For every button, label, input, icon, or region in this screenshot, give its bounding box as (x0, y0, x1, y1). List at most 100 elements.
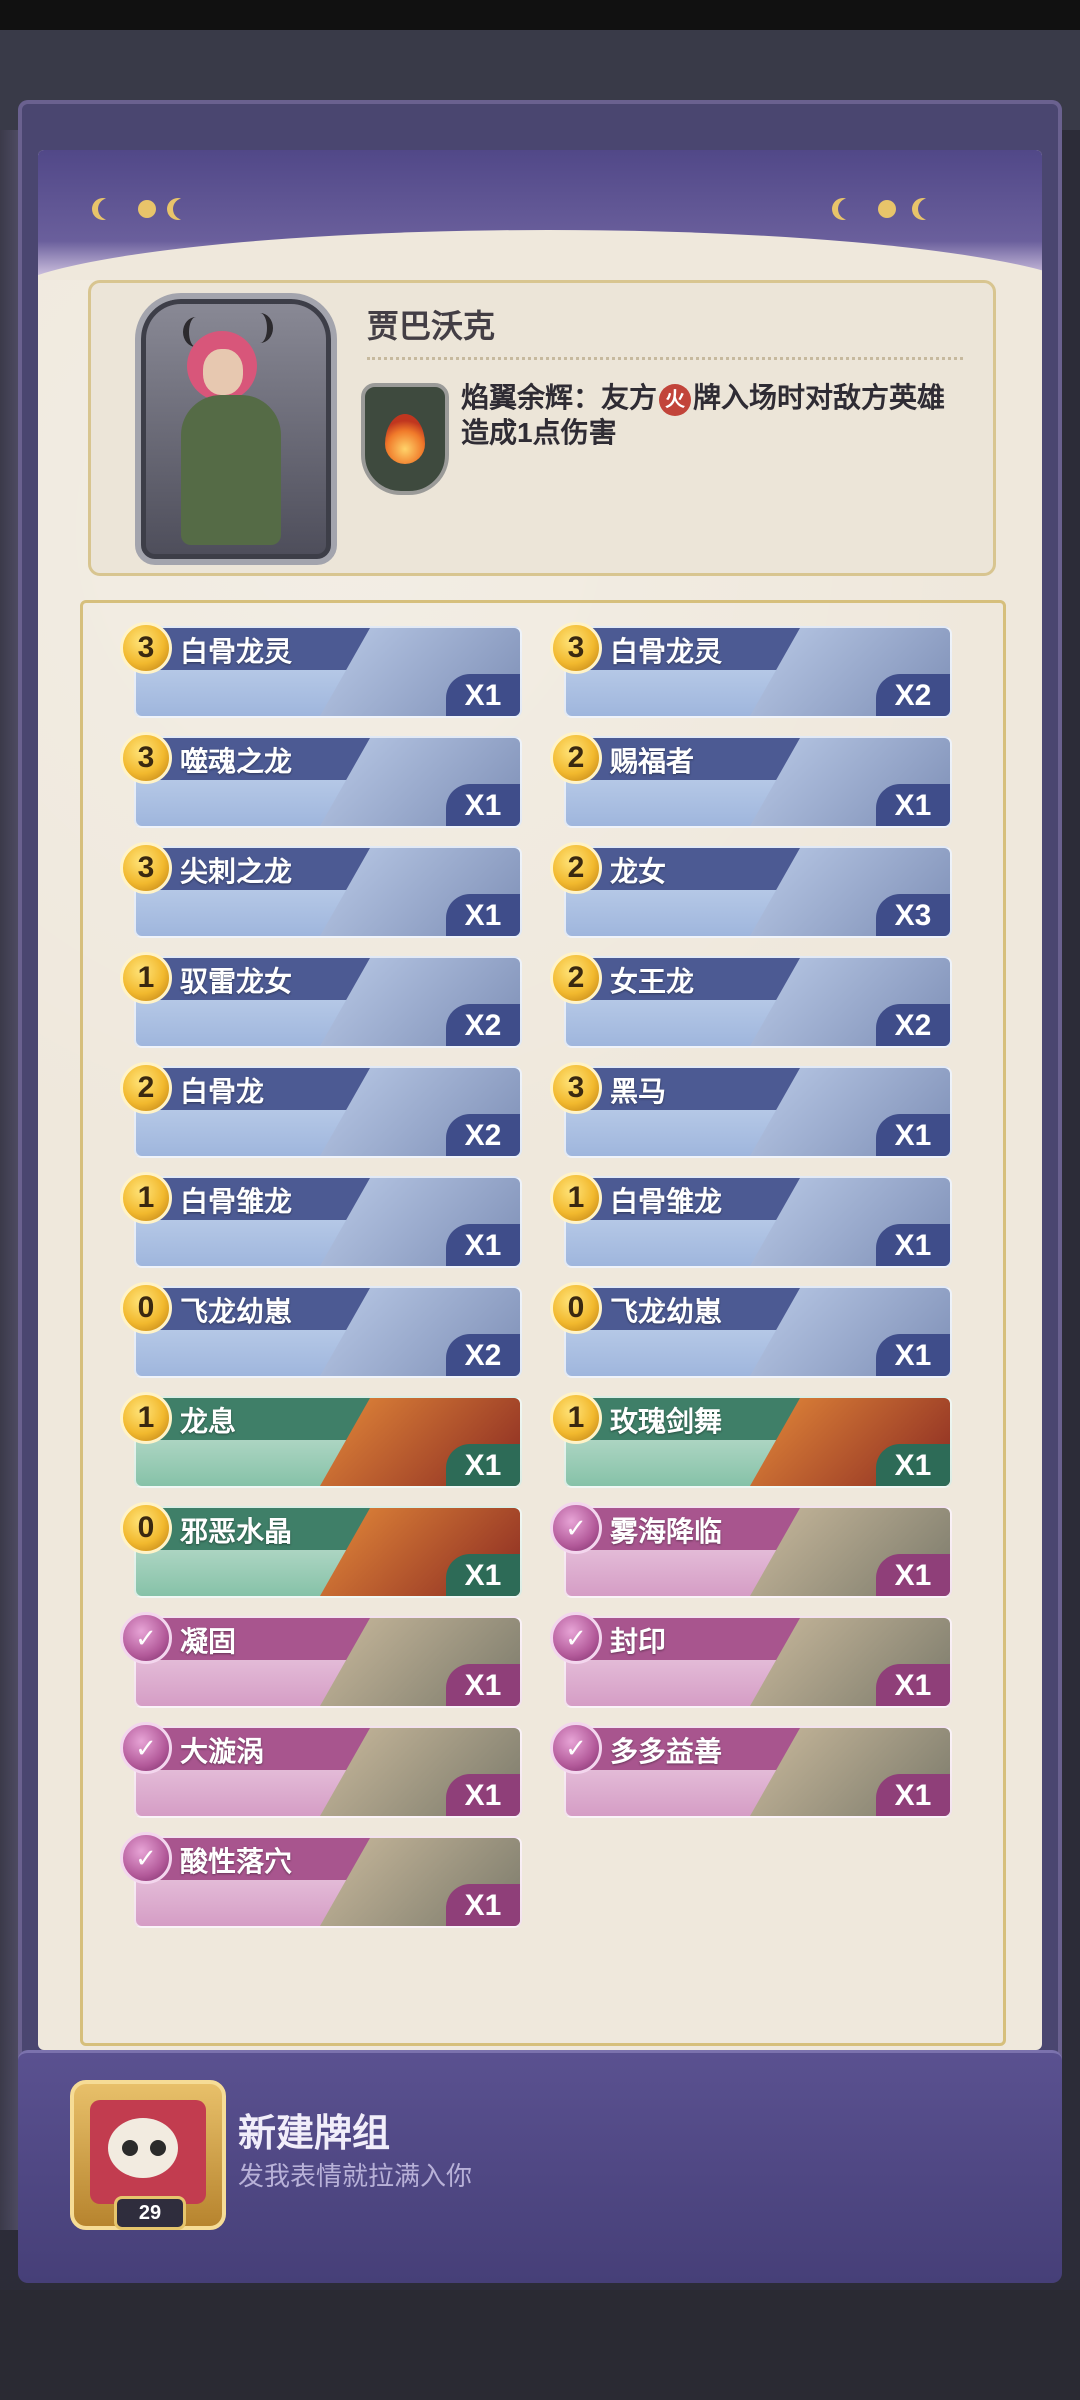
card-count: X1 (446, 1884, 520, 1926)
deck-card-item[interactable]: X1 凝固 ✓ (120, 1612, 522, 1710)
card-name-strip (136, 1398, 376, 1440)
card-cost: 3 (120, 622, 172, 674)
card-name: 邪恶水晶 (180, 1516, 293, 1547)
status-bar (0, 0, 1080, 30)
card-cost: 1 (550, 1392, 602, 1444)
cat-eye (150, 2140, 166, 2156)
deck-card-item[interactable]: X1 封印 ✓ (550, 1612, 952, 1710)
card-count: X1 (876, 1114, 950, 1156)
card-name: 女王龙 (610, 966, 695, 997)
card-name: 白骨龙灵 (610, 636, 723, 667)
deck-card-item[interactable]: X1 多多益善 ✓ (550, 1722, 952, 1820)
hero-divider (367, 357, 963, 360)
card-count: X2 (446, 1004, 520, 1046)
deck-card-item[interactable]: X3 龙女 2 (550, 842, 952, 940)
skill-text-before: 焰翼余辉：友方 (461, 382, 658, 413)
card-name: 尖刺之龙 (180, 856, 293, 887)
card-count: X1 (876, 784, 950, 826)
spell-type-icon: ✓ (550, 1612, 602, 1664)
hero-face (203, 349, 243, 395)
card-count: X1 (876, 1224, 950, 1266)
card-cost: 1 (120, 1392, 172, 1444)
card-name: 飞龙幼崽 (180, 1296, 293, 1327)
card-name: 玫瑰剑舞 (610, 1406, 723, 1437)
flame-icon (385, 414, 425, 464)
hero-portrait[interactable] (135, 293, 337, 565)
card-count: X1 (876, 1664, 950, 1706)
card-name: 驭雷龙女 (180, 966, 293, 997)
spell-type-icon: ✓ (120, 1612, 172, 1664)
card-name: 龙息 (180, 1406, 237, 1437)
card-name-strip (566, 1068, 806, 1110)
deck-card-item[interactable]: X2 白骨龙 2 (120, 1062, 522, 1160)
spell-type-icon: ✓ (120, 1722, 172, 1774)
card-count: X1 (446, 1554, 520, 1596)
card-count: X1 (446, 894, 520, 936)
deck-card-item[interactable]: X1 白骨龙灵 3 (120, 622, 522, 720)
moon-icon (918, 198, 940, 220)
deck-card-item[interactable]: X1 酸性落穴 ✓ (120, 1832, 522, 1930)
card-count: X1 (446, 674, 520, 716)
deck-card-item[interactable]: X1 白骨雏龙 1 (550, 1172, 952, 1270)
card-name: 多多益善 (610, 1736, 723, 1767)
deck-card-item[interactable]: X1 黑马 3 (550, 1062, 952, 1160)
spell-type-icon: ✓ (550, 1502, 602, 1554)
card-cost: 2 (550, 952, 602, 1004)
card-count: X1 (876, 1334, 950, 1376)
card-name: 白骨龙灵 (180, 636, 293, 667)
card-cost: 0 (120, 1282, 172, 1334)
moon-icon (838, 198, 860, 220)
card-count: X2 (446, 1114, 520, 1156)
deck-card-item[interactable]: X1 玫瑰剑舞 1 (550, 1392, 952, 1490)
card-name: 酸性落穴 (180, 1846, 293, 1877)
deck-title[interactable]: 新建牌组 (238, 2102, 390, 2157)
card-name: 封印 (610, 1626, 667, 1657)
cat-eye (122, 2140, 138, 2156)
cat-avatar-icon (108, 2118, 178, 2178)
deck-card-item[interactable]: X2 驭雷龙女 1 (120, 952, 522, 1050)
deck-card-item[interactable]: X1 赐福者 2 (550, 732, 952, 830)
hero-name: 贾巴沃克 (367, 308, 496, 344)
spell-type-icon: ✓ (120, 1832, 172, 1884)
card-name-strip (566, 848, 806, 890)
card-cost: 2 (550, 732, 602, 784)
card-name-strip (136, 1618, 376, 1660)
deck-card-item[interactable]: X2 女王龙 2 (550, 952, 952, 1050)
spell-type-icon: ✓ (550, 1722, 602, 1774)
card-count: X1 (876, 1554, 950, 1596)
card-count: X1 (446, 1774, 520, 1816)
deck-level-badge: 29 (114, 2196, 186, 2230)
hero-card[interactable]: 贾巴沃克 焰翼余辉：友方火牌入场时对敌方英雄造成1点伤害 (88, 280, 996, 576)
card-name: 白骨雏龙 (610, 1186, 723, 1217)
deck-card-item[interactable]: X2 飞龙幼崽 0 (120, 1282, 522, 1380)
deck-card-item[interactable]: X1 噬魂之龙 3 (120, 732, 522, 830)
card-cost: 3 (550, 1062, 602, 1114)
card-cost: 2 (120, 1062, 172, 1114)
hero-skill-icon[interactable] (361, 383, 449, 495)
deck-card-item[interactable]: X1 邪恶水晶 0 (120, 1502, 522, 1600)
card-cost: 1 (120, 1172, 172, 1224)
card-count: X1 (446, 1224, 520, 1266)
card-count: X2 (446, 1334, 520, 1376)
deck-card-item[interactable]: X1 白骨雏龙 1 (120, 1172, 522, 1270)
card-name: 赐福者 (610, 746, 695, 777)
card-count: X1 (446, 784, 520, 826)
deck-card-item[interactable]: X1 大漩涡 ✓ (120, 1722, 522, 1820)
hero-skill-description: 焰翼余辉：友方火牌入场时对敌方英雄造成1点伤害 (461, 381, 971, 450)
card-name: 雾海降临 (610, 1516, 723, 1547)
card-cost: 1 (550, 1172, 602, 1224)
deck-card-item[interactable]: X1 雾海降临 ✓ (550, 1502, 952, 1600)
deck-card-item[interactable]: X1 龙息 1 (120, 1392, 522, 1490)
deck-card-item[interactable]: X1 飞龙幼崽 0 (550, 1282, 952, 1380)
header-wave (38, 230, 1042, 280)
card-name: 白骨雏龙 (180, 1186, 293, 1217)
moon-icon (173, 198, 195, 220)
deck-card-item[interactable]: X1 尖刺之龙 3 (120, 842, 522, 940)
card-count: X1 (876, 1774, 950, 1816)
card-name: 白骨龙 (180, 1076, 265, 1107)
hero-horn (247, 313, 273, 343)
navigation-bar-background (0, 2290, 1080, 2400)
card-count: X1 (446, 1444, 520, 1486)
card-cost: 0 (120, 1502, 172, 1554)
deck-card-item[interactable]: X2 白骨龙灵 3 (550, 622, 952, 720)
